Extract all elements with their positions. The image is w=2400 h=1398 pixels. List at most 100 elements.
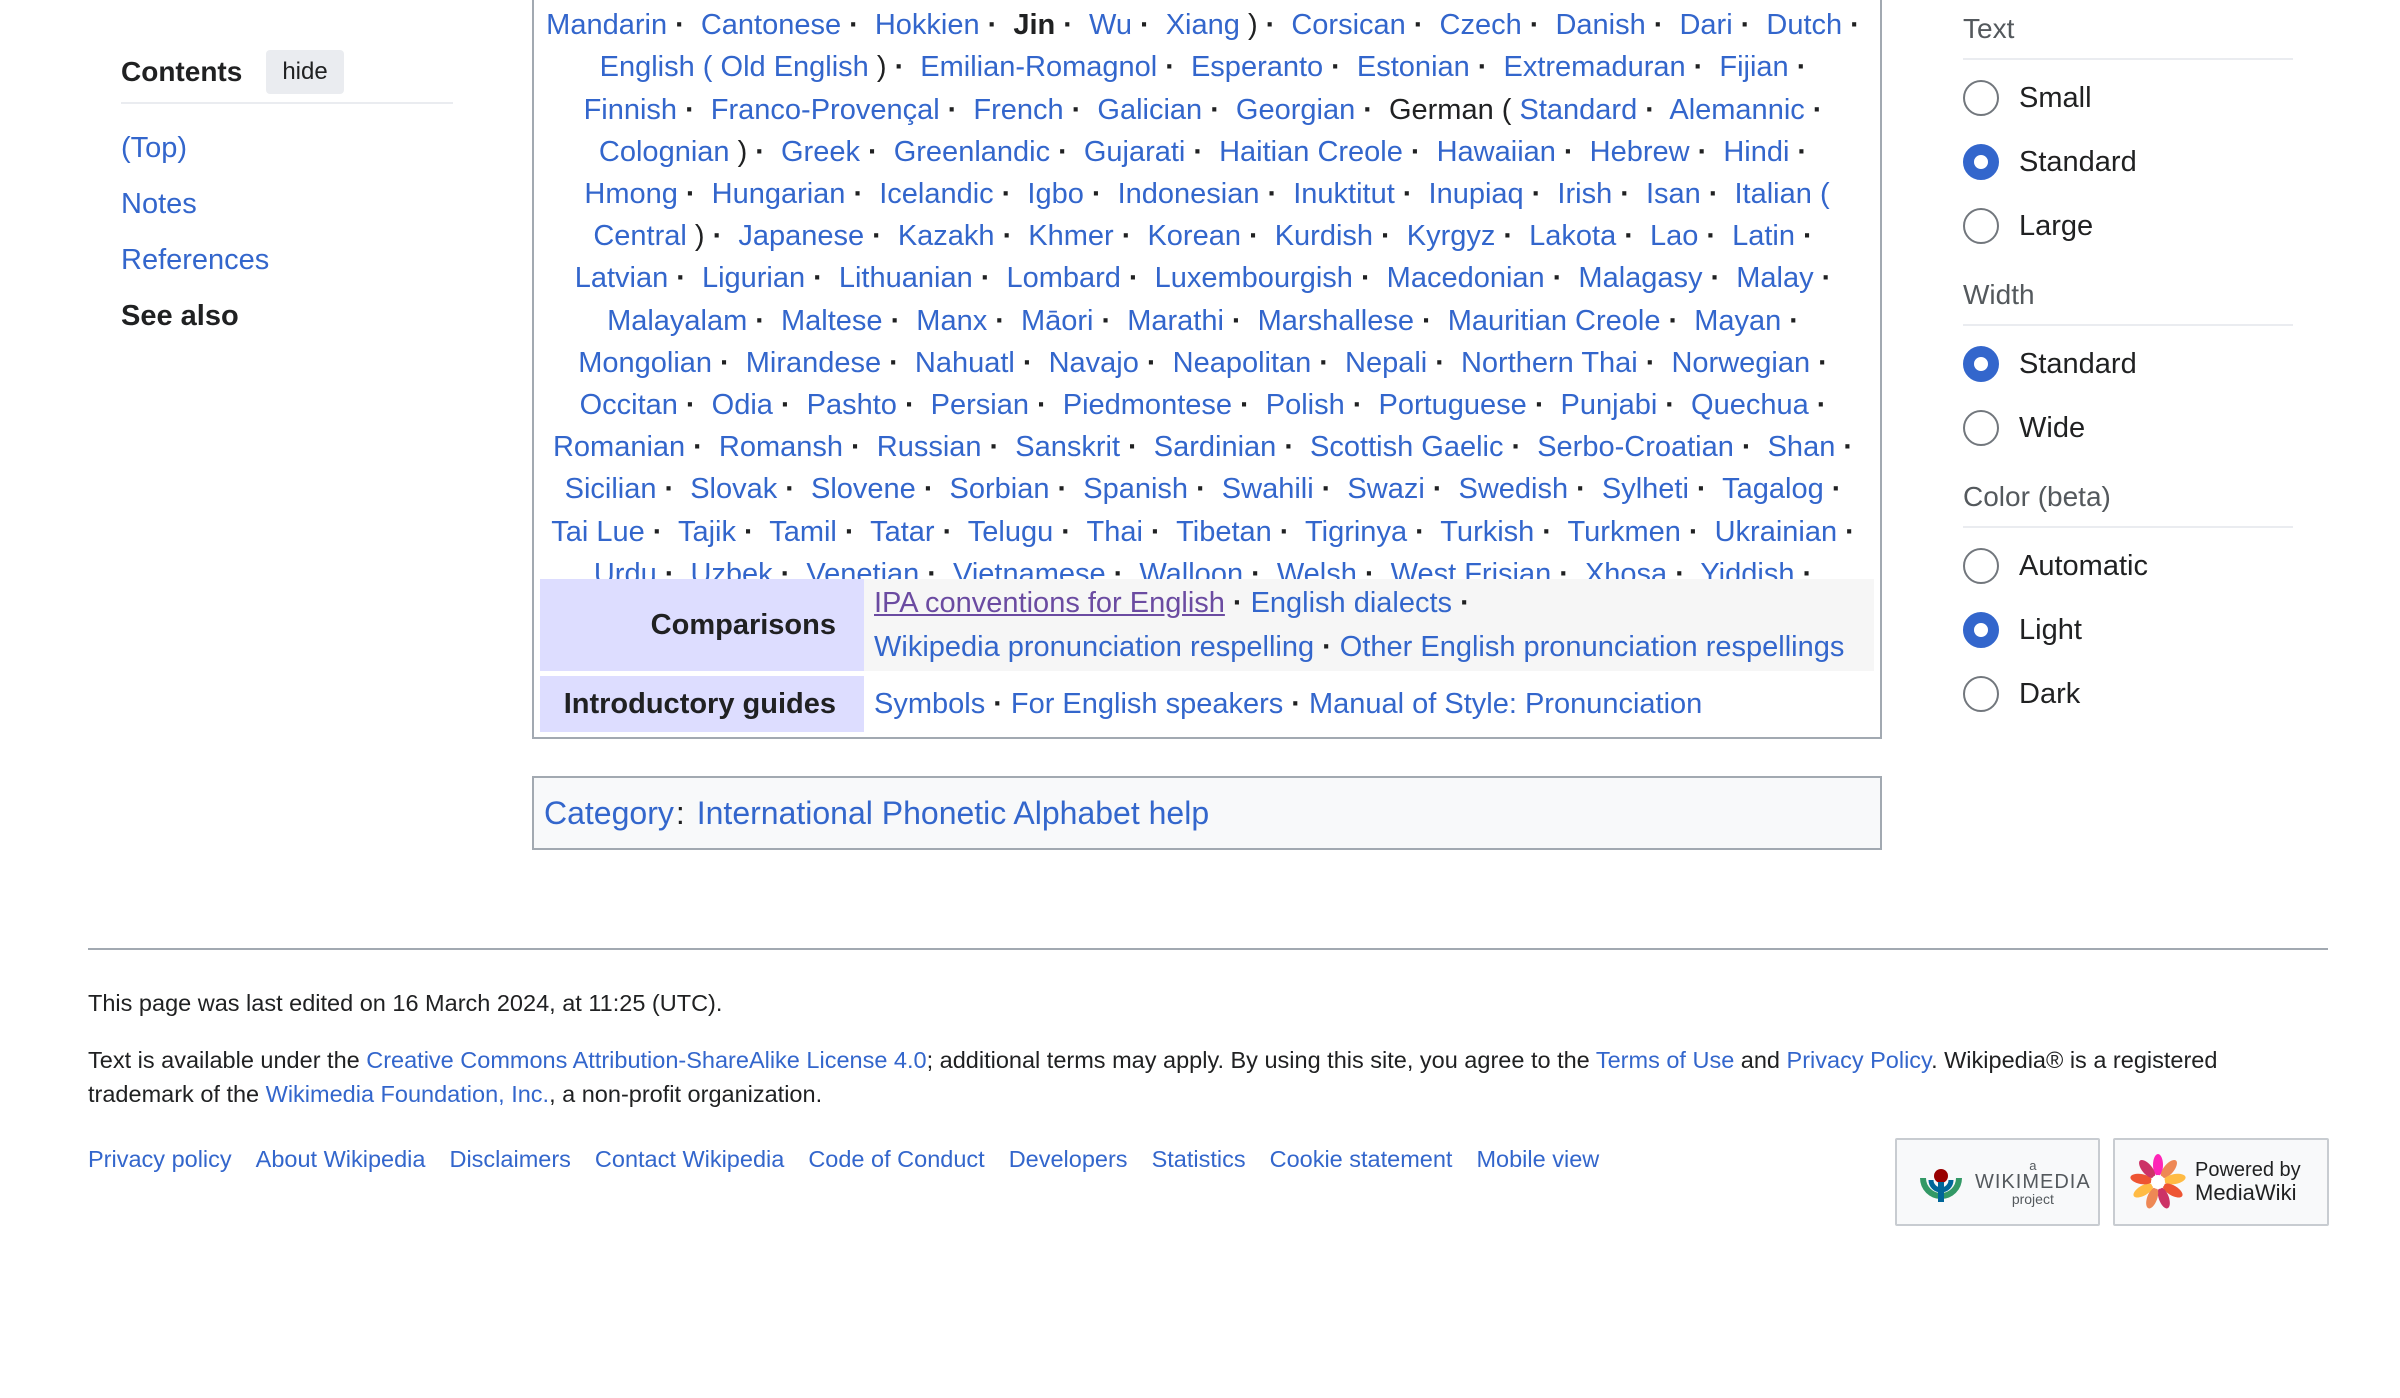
toc-item-notes[interactable]: Notes xyxy=(121,176,453,232)
terms-of-use-link[interactable]: Terms of Use xyxy=(1596,1047,1734,1073)
manual-of-style-link[interactable]: Manual of Style: Pronunciation xyxy=(1309,688,1702,720)
language-link[interactable]: Extremaduran xyxy=(1504,51,1686,83)
language-link[interactable]: Irish xyxy=(1557,178,1612,210)
language-link[interactable]: Italian ( xyxy=(1735,178,1830,210)
category-ipa-help-link[interactable]: International Phonetic Alphabet help xyxy=(697,795,1209,832)
width-option-wide[interactable]: Wide xyxy=(1963,396,2293,460)
language-link[interactable]: Inupiaq xyxy=(1429,178,1524,210)
language-link[interactable]: Northern Thai xyxy=(1461,347,1638,379)
language-link[interactable]: Greek xyxy=(781,136,860,168)
language-link[interactable]: Mandarin xyxy=(546,9,667,41)
toc-item-see-also[interactable]: See also xyxy=(121,288,453,344)
language-link[interactable]: Romansh xyxy=(719,431,843,463)
language-link[interactable]: Tai Lue xyxy=(551,516,645,548)
language-link[interactable]: Lombard xyxy=(1006,262,1120,294)
language-link[interactable]: Ligurian xyxy=(702,262,805,294)
language-link[interactable]: Swedish xyxy=(1459,473,1569,505)
language-link[interactable]: Dari xyxy=(1679,9,1732,41)
language-link[interactable]: Dutch xyxy=(1766,9,1842,41)
language-link[interactable]: Colognian xyxy=(599,136,730,168)
language-link[interactable]: Tamil xyxy=(769,516,837,548)
language-link[interactable]: Latin xyxy=(1732,220,1795,252)
language-link[interactable]: Navajo xyxy=(1049,347,1139,379)
language-link[interactable]: Slovak xyxy=(690,473,777,505)
language-link[interactable]: Marathi xyxy=(1127,305,1224,337)
toc-item-references[interactable]: References xyxy=(121,232,453,288)
language-link[interactable]: Turkish xyxy=(1440,516,1534,548)
language-link[interactable]: Manx xyxy=(916,305,987,337)
color-option-light[interactable]: Light xyxy=(1963,598,2293,662)
language-link[interactable]: Khmer xyxy=(1028,220,1113,252)
radio-button[interactable] xyxy=(1963,676,1999,712)
language-link[interactable]: Sardinian xyxy=(1154,431,1277,463)
language-link[interactable]: Indonesian xyxy=(1118,178,1260,210)
language-link[interactable]: French xyxy=(973,94,1063,126)
radio-button[interactable] xyxy=(1963,208,1999,244)
language-link[interactable]: Isan xyxy=(1646,178,1701,210)
footer-link-mobile-view[interactable]: Mobile view xyxy=(1476,1146,1599,1173)
language-link[interactable]: Danish xyxy=(1555,9,1645,41)
language-link[interactable]: Swahili xyxy=(1222,473,1314,505)
language-link[interactable]: Polish xyxy=(1266,389,1345,421)
for-english-speakers-link[interactable]: For English speakers xyxy=(1011,688,1283,720)
language-link[interactable]: Hokkien xyxy=(875,9,980,41)
language-link[interactable]: Mongolian xyxy=(578,347,712,379)
language-link[interactable]: Emilian-Romagnol xyxy=(920,51,1157,83)
language-link[interactable]: Esperanto xyxy=(1191,51,1323,83)
language-link[interactable]: Igbo xyxy=(1027,178,1083,210)
footer-link-developers[interactable]: Developers xyxy=(1009,1146,1128,1173)
language-link[interactable]: Lithuanian xyxy=(839,262,973,294)
language-link[interactable]: Georgian xyxy=(1236,94,1355,126)
footer-link-statistics[interactable]: Statistics xyxy=(1152,1146,1246,1173)
footer-link-privacy-policy[interactable]: Privacy policy xyxy=(88,1146,232,1173)
text-size-option-standard[interactable]: Standard xyxy=(1963,130,2293,194)
language-link[interactable]: Russian xyxy=(877,431,982,463)
language-link[interactable]: Malagasy xyxy=(1578,262,1702,294)
footer-link-cookie-statement[interactable]: Cookie statement xyxy=(1270,1146,1453,1173)
category-label-link[interactable]: Category xyxy=(544,795,674,832)
wikimedia-foundation-link[interactable]: Wikimedia Foundation, Inc. xyxy=(266,1081,549,1107)
language-link[interactable]: Estonian xyxy=(1357,51,1470,83)
language-link[interactable]: Kurdish xyxy=(1275,220,1373,252)
language-link[interactable]: Quechua xyxy=(1691,389,1809,421)
language-link[interactable]: Sanskrit xyxy=(1015,431,1120,463)
language-link[interactable]: Corsican xyxy=(1291,9,1405,41)
language-link[interactable]: Central xyxy=(593,220,687,252)
language-link[interactable]: Standard xyxy=(1520,94,1638,126)
width-option-standard[interactable]: Standard xyxy=(1963,332,2293,396)
toc-item-top[interactable]: (Top) xyxy=(121,120,453,176)
language-link[interactable]: Malayalam xyxy=(607,305,747,337)
radio-button[interactable] xyxy=(1963,80,1999,116)
language-link[interactable]: Romanian xyxy=(553,431,685,463)
language-link[interactable]: Nahuatl xyxy=(915,347,1015,379)
language-link[interactable]: Tagalog xyxy=(1722,473,1824,505)
language-link[interactable]: Swazi xyxy=(1347,473,1424,505)
language-link[interactable]: Maltese xyxy=(781,305,883,337)
other-respellings-link[interactable]: Other English pronunciation respellings xyxy=(1340,631,1845,663)
toc-hide-button[interactable]: hide xyxy=(266,50,344,94)
language-link[interactable]: Finnish xyxy=(584,94,678,126)
language-link[interactable]: Tibetan xyxy=(1176,516,1272,548)
language-link[interactable]: Neapolitan xyxy=(1173,347,1312,379)
privacy-policy-inline-link[interactable]: Privacy Policy xyxy=(1787,1047,1932,1073)
language-link[interactable]: Hmong xyxy=(584,178,678,210)
language-link[interactable]: Icelandic xyxy=(879,178,993,210)
language-link[interactable]: Alemannic xyxy=(1669,94,1804,126)
language-link[interactable]: Portuguese xyxy=(1378,389,1526,421)
english-dialects-link[interactable]: English dialects xyxy=(1251,587,1453,619)
language-link[interactable]: Old English xyxy=(721,51,869,83)
language-link[interactable]: Ukrainian xyxy=(1715,516,1838,548)
language-link[interactable]: Tigrinya xyxy=(1305,516,1407,548)
language-link[interactable]: Xiang xyxy=(1166,9,1240,41)
language-link[interactable]: Piedmontese xyxy=(1063,389,1232,421)
language-link[interactable]: Punjabi xyxy=(1561,389,1658,421)
language-link[interactable]: Slovene xyxy=(811,473,916,505)
text-size-option-large[interactable]: Large xyxy=(1963,194,2293,258)
footer-link-about-wikipedia[interactable]: About Wikipedia xyxy=(256,1146,426,1173)
language-link[interactable]: Māori xyxy=(1021,305,1094,337)
radio-button[interactable] xyxy=(1963,548,1999,584)
language-link[interactable]: Marshallese xyxy=(1258,305,1414,337)
language-link[interactable]: Norwegian xyxy=(1671,347,1810,379)
footer-link-disclaimers[interactable]: Disclaimers xyxy=(449,1146,570,1173)
language-link[interactable]: Luxembourgish xyxy=(1155,262,1353,294)
